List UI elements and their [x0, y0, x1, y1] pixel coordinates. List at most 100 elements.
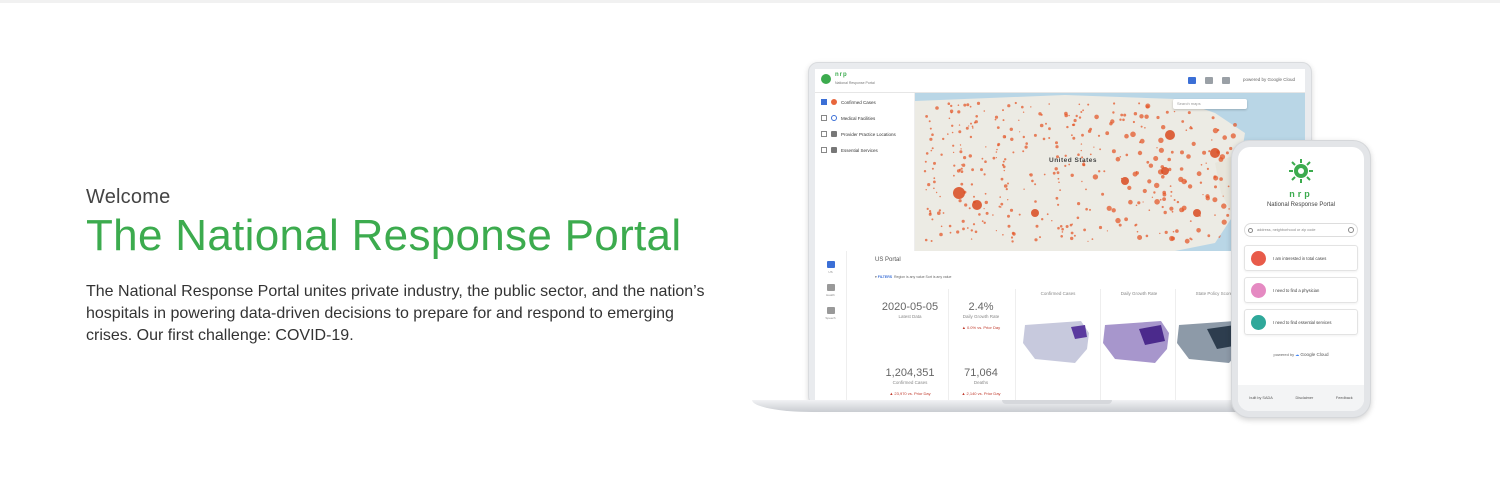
case-marker: [960, 170, 964, 173]
case-marker: [1140, 125, 1143, 128]
button-label: I need to find essential services: [1273, 320, 1332, 325]
case-marker: [1124, 217, 1128, 222]
case-marker: [953, 174, 955, 177]
case-marker: [933, 161, 936, 165]
total-cases-button[interactable]: I am interested in total cases: [1244, 245, 1358, 271]
case-marker: [998, 205, 1001, 208]
case-marker: [1003, 184, 1008, 188]
case-marker: [1105, 131, 1110, 136]
case-marker: [1133, 112, 1138, 116]
layer-essential-services[interactable]: Essential Services: [821, 143, 914, 157]
essential-services-button[interactable]: I need to find essential services: [1244, 309, 1358, 335]
layer-confirmed-cases[interactable]: Confirmed Cases: [821, 95, 914, 109]
case-marker: [952, 151, 955, 154]
stat-label: Daily Growth Rate: [962, 314, 1000, 319]
case-marker: [1087, 129, 1092, 133]
hero-description: The National Response Portal unites priv…: [86, 283, 705, 345]
case-marker: [962, 227, 965, 231]
stat-value: 1,204,351: [885, 367, 935, 379]
case-marker: [1218, 236, 1221, 238]
case-marker: [1212, 197, 1218, 203]
stat-delta: ▲ 0.0% vs. Prior Day: [961, 325, 1001, 330]
built-by-link[interactable]: built by SADA: [1249, 396, 1272, 400]
case-marker: [924, 238, 928, 242]
find-physician-button[interactable]: I need to find a physician: [1244, 277, 1358, 303]
case-marker: [965, 126, 969, 130]
case-marker: [968, 207, 971, 210]
case-marker: [1021, 105, 1024, 109]
filters-bar[interactable]: ▾ FILTERS Region is any value Sort is an…: [875, 275, 951, 279]
case-marker: [948, 224, 952, 228]
checkbox-icon[interactable]: [821, 99, 827, 105]
case-marker: [1170, 150, 1174, 154]
case-marker: [984, 192, 987, 195]
case-marker: [1132, 120, 1135, 124]
layer-provider-practice[interactable]: Provider Practice Locations: [821, 127, 914, 141]
case-marker: [1048, 127, 1051, 131]
checkbox-icon[interactable]: [821, 131, 827, 137]
case-marker: [1022, 111, 1025, 113]
case-marker: [1219, 154, 1226, 160]
case-marker: [1113, 102, 1116, 105]
case-marker: [1022, 150, 1025, 153]
case-marker: [1111, 208, 1116, 213]
flag-icon[interactable]: [826, 261, 835, 268]
building-icon: [831, 131, 837, 137]
case-marker: [958, 130, 962, 134]
case-marker: [1025, 142, 1028, 145]
stat-value: 2020-05-05: [881, 301, 939, 313]
latest-date-stat: 2020-05-05 Latest Data: [875, 301, 945, 319]
case-marker: [1004, 158, 1007, 161]
speech-icon[interactable]: [826, 307, 835, 314]
case-marker: [985, 146, 987, 148]
locate-icon[interactable]: [1348, 227, 1354, 233]
list-view-icon[interactable]: [1188, 77, 1196, 84]
case-marker: [966, 103, 970, 107]
checkbox-icon[interactable]: [821, 147, 827, 153]
case-marker: [1070, 231, 1074, 235]
phone-search-input[interactable]: address, neighborhood or zip code: [1244, 223, 1358, 237]
case-marker: [959, 144, 962, 146]
case-marker: [1087, 103, 1090, 106]
case-marker: [980, 168, 983, 172]
case-marker: [1146, 160, 1150, 164]
case-marker: [1148, 209, 1151, 211]
case-marker: [983, 208, 985, 210]
case-marker: [960, 167, 963, 170]
case-marker: [1180, 150, 1184, 155]
case-marker: [963, 156, 967, 160]
case-marker: [937, 211, 941, 215]
feedback-link[interactable]: Feedback: [1336, 396, 1353, 400]
checkbox-icon[interactable]: [821, 115, 827, 121]
case-marker: [925, 115, 928, 118]
case-marker: [1012, 151, 1015, 154]
case-marker: [1007, 199, 1009, 201]
case-marker: [1073, 118, 1077, 123]
case-marker: [935, 106, 939, 110]
layer-medical-facilities[interactable]: Medical Facilities: [821, 111, 914, 125]
calendar-icon[interactable]: [1222, 77, 1230, 84]
case-marker: [1033, 133, 1037, 137]
case-marker: [1147, 179, 1152, 184]
case-marker: [1158, 147, 1164, 153]
case-marker: [1136, 230, 1139, 233]
case-marker: [970, 183, 974, 186]
case-marker: [949, 231, 952, 234]
case-marker: [1164, 230, 1168, 234]
health-icon[interactable]: [826, 284, 835, 291]
map-search-input[interactable]: Search maps: [1173, 99, 1247, 109]
grid-view-icon[interactable]: [1205, 77, 1213, 84]
case-marker: [1138, 102, 1141, 105]
phone-subtitle: National Response Portal: [1266, 202, 1336, 208]
case-marker: [1139, 138, 1145, 144]
disclaimer-link[interactable]: Disclaimer: [1295, 396, 1313, 400]
case-marker: [1051, 220, 1053, 222]
case-marker: [1153, 156, 1159, 161]
case-marker: [1080, 149, 1082, 152]
hotspot-marker: [1161, 167, 1169, 175]
case-marker: [951, 131, 954, 134]
case-marker: [1035, 224, 1039, 228]
case-marker: [969, 135, 973, 139]
case-marker: [1142, 188, 1147, 194]
case-marker: [995, 157, 997, 159]
